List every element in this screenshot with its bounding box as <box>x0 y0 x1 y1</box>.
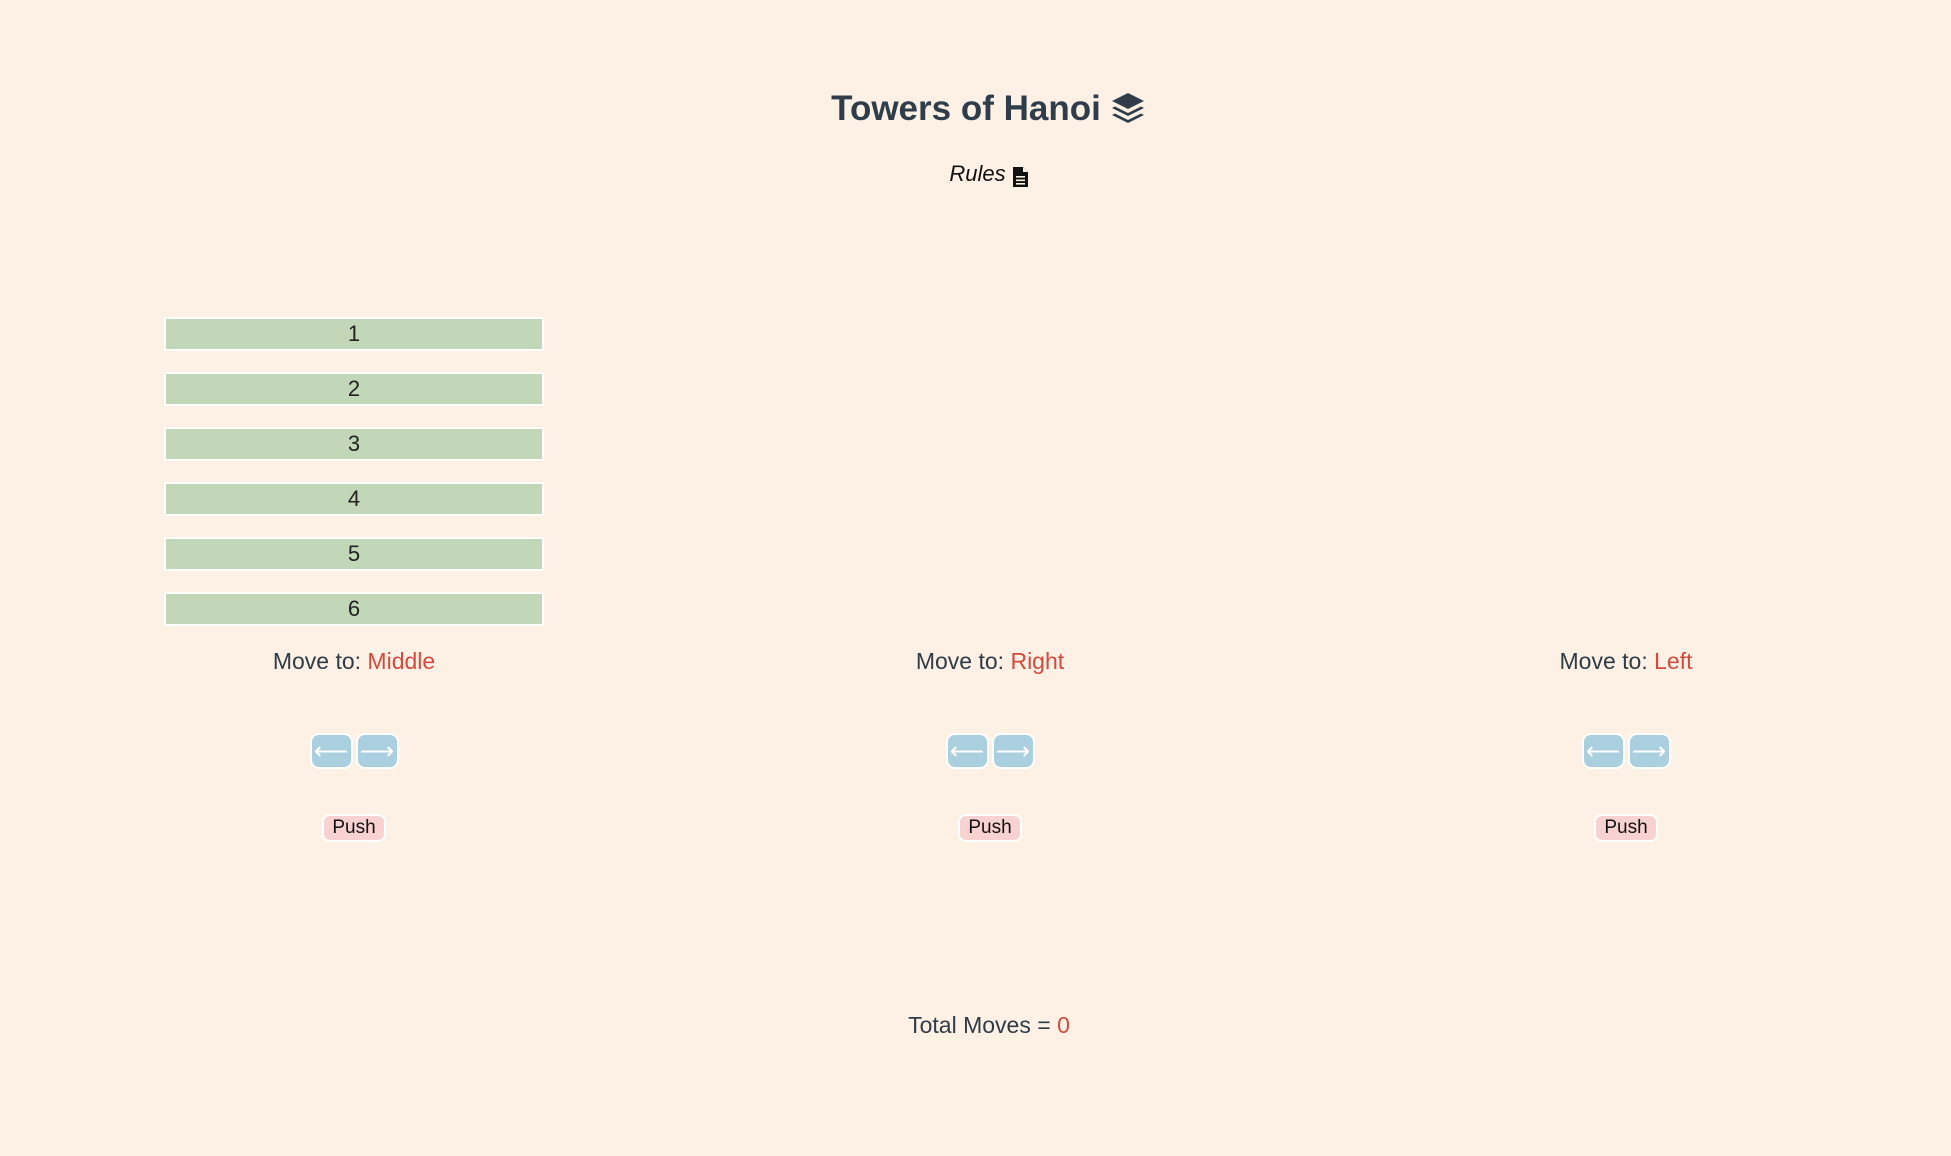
tower-left: 1 2 3 4 5 6 Move to: Middle ⟵ ⟶ Push <box>164 310 544 842</box>
document-icon <box>1012 163 1029 187</box>
move-to-label: Move to: Left <box>1436 646 1816 676</box>
move-to-text: Move to: <box>1559 648 1655 674</box>
total-moves: Total Moves = 0 <box>0 1010 1951 1040</box>
title-text: Towers of Hanoi <box>831 89 1101 128</box>
total-moves-label: Total Moves = <box>908 1012 1058 1038</box>
move-to-label: Move to: Middle <box>164 646 544 676</box>
direction-controls: ⟵ ⟶ <box>800 733 1180 769</box>
left-arrow-button[interactable]: ⟵ <box>1581 733 1625 769</box>
rules-label: Rules <box>949 161 1006 186</box>
left-arrow-button[interactable]: ⟵ <box>309 733 353 769</box>
move-target: Right <box>1010 648 1065 674</box>
move-target: Middle <box>367 648 436 674</box>
tower-right: Move to: Left ⟵ ⟶ Push <box>1436 310 1816 842</box>
disk-stack: 1 2 3 4 5 6 <box>164 310 544 626</box>
disk[interactable]: 5 <box>164 537 544 571</box>
move-to-label: Move to: Right <box>800 646 1180 676</box>
left-arrow-button[interactable]: ⟵ <box>945 733 989 769</box>
disk[interactable]: 4 <box>164 482 544 516</box>
disk-stack <box>1436 310 1816 626</box>
move-to-text: Move to: <box>915 648 1011 674</box>
right-arrow-button[interactable]: ⟶ <box>1627 733 1671 769</box>
push-button[interactable]: Push <box>958 814 1022 842</box>
direction-controls: ⟵ ⟶ <box>1436 733 1816 769</box>
right-arrow-button[interactable]: ⟶ <box>991 733 1035 769</box>
push-button[interactable]: Push <box>1594 814 1658 842</box>
disk[interactable]: 6 <box>164 592 544 626</box>
push-button[interactable]: Push <box>322 814 386 842</box>
rules-link[interactable]: Rules <box>0 156 1951 192</box>
disk[interactable]: 1 <box>164 317 544 351</box>
disk[interactable]: 2 <box>164 372 544 406</box>
page-title: Towers of Hanoi <box>0 82 1951 136</box>
tower-middle: Move to: Right ⟵ ⟶ Push <box>800 310 1180 842</box>
move-to-text: Move to: <box>272 648 368 674</box>
move-target: Left <box>1654 648 1693 674</box>
direction-controls: ⟵ ⟶ <box>164 733 544 769</box>
disk-stack <box>800 310 1180 626</box>
right-arrow-button[interactable]: ⟶ <box>355 733 399 769</box>
total-moves-count: 0 <box>1057 1012 1070 1038</box>
disk[interactable]: 3 <box>164 427 544 461</box>
layer-stack-icon <box>1109 90 1147 128</box>
